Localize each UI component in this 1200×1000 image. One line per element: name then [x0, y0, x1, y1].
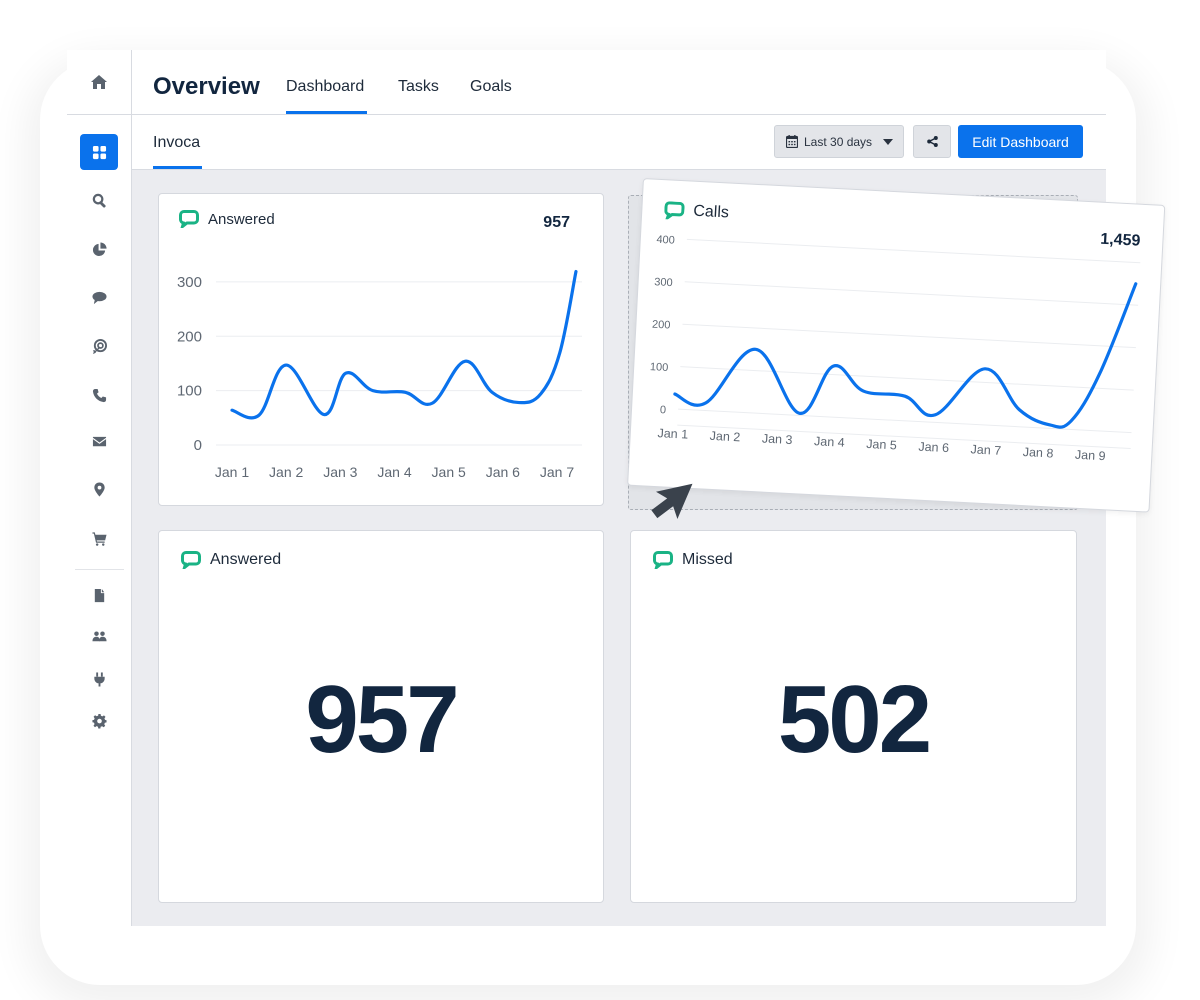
x-tick-label: Jan 3: [762, 431, 793, 447]
answered-count: 957: [305, 666, 459, 773]
envelope-icon: [92, 436, 106, 446]
date-range-label: Last 30 days: [804, 134, 873, 149]
series-line: [230, 269, 578, 420]
sidebar-item-settings[interactable]: [80, 703, 118, 739]
sidebar-item-documents[interactable]: [80, 577, 118, 613]
pie-chart-icon: [92, 241, 107, 256]
x-tick-label: Jan 5: [866, 437, 897, 453]
missed-count: 502: [777, 666, 932, 773]
x-tick-label: Jan 2: [709, 429, 740, 445]
answered-number-widget[interactable]: Answered 957: [158, 530, 604, 903]
gear-icon: [91, 713, 107, 728]
answered-line-chart: 0 100 200 300 Jan 1 Jan 2 Jan 3 Jan 4 Jan 5 Jan 6…: [177, 269, 582, 480]
sidebar-item-search[interactable]: [80, 182, 118, 218]
home-icon: [91, 75, 107, 89]
sidebar-item-reports[interactable]: [80, 231, 118, 267]
y-tick-label: 300: [654, 276, 673, 289]
calls-chart-widget-dragging[interactable]: Calls 1,459 0 100 200 300 400 Jan 1 Jan 2 Jan 3…: [627, 178, 1166, 513]
edit-dashboard-button[interactable]: Edit Dashboard: [958, 125, 1083, 158]
x-tick-label: Jan 6: [918, 440, 949, 456]
chat-bubble-icon: [653, 551, 673, 569]
page-title: Overview: [153, 73, 260, 100]
y-tick-label: 300: [177, 274, 202, 291]
sidebar-item-email[interactable]: [80, 423, 118, 459]
chevron-down-icon: [883, 138, 894, 145]
mouse-cursor-icon: [651, 483, 693, 519]
answered-chart-widget[interactable]: Answered 957 0 100 200 300 Jan 1 Jan 2 Jan 3 Ja…: [158, 193, 604, 506]
share-button[interactable]: [913, 125, 951, 158]
sidebar-divider: [75, 569, 124, 570]
y-tick-label: 100: [177, 383, 202, 400]
dashboard-grid-icon: [92, 145, 106, 159]
map-pin-icon: [93, 481, 105, 497]
share-icon: [926, 136, 938, 147]
series-line: [673, 282, 1138, 429]
y-tick-label: 0: [660, 404, 667, 416]
widget-title: Missed: [682, 551, 733, 568]
y-tick-label: 400: [656, 234, 675, 247]
y-tick-label: 100: [650, 361, 669, 374]
missed-number-widget[interactable]: Missed 502: [630, 530, 1077, 903]
active-subtab-indicator: [153, 166, 202, 169]
plug-icon: [93, 671, 105, 687]
gridline: [682, 323, 1136, 349]
sidebar-item-goals[interactable]: [80, 328, 118, 364]
sidebar-item-ecommerce[interactable]: [80, 520, 118, 556]
tab-goals[interactable]: Goals: [470, 78, 512, 96]
target-icon: [92, 338, 107, 354]
active-tab-indicator: [286, 111, 367, 114]
calendar-icon: [786, 135, 798, 148]
gridline: [686, 238, 1141, 264]
date-range-dropdown[interactable]: Last 30 days: [774, 125, 904, 158]
sidebar-item-home[interactable]: [67, 50, 131, 115]
x-tick-label: Jan 7: [970, 442, 1001, 458]
search-icon: [92, 193, 106, 208]
calls-line-chart: 0 100 200 300 400 Jan 1 Jan 2 Jan 3 Jan 4 Jan 5 Ja…: [650, 234, 1141, 464]
x-tick-label: Jan 2: [269, 464, 303, 480]
y-tick-label: 200: [177, 328, 202, 345]
sidebar: [67, 50, 132, 926]
tab-tasks[interactable]: Tasks: [398, 78, 439, 96]
x-tick-label: Jan 1: [215, 464, 249, 480]
y-tick-label: 200: [652, 319, 671, 332]
tab-dashboard[interactable]: Dashboard: [286, 78, 364, 96]
x-tick-label: Jan 4: [377, 464, 411, 480]
x-tick-label: Jan 5: [432, 464, 466, 480]
x-tick-label: Jan 1: [657, 426, 688, 442]
x-tick-label: Jan 3: [323, 464, 357, 480]
tab-invoca[interactable]: Invoca: [153, 134, 200, 152]
x-tick-label: Jan 6: [486, 464, 520, 480]
shopping-cart-icon: [91, 531, 107, 546]
gridline: [680, 366, 1134, 391]
sidebar-item-dashboards[interactable]: [80, 134, 118, 170]
widget-title: Answered: [210, 551, 282, 568]
sidebar-item-conversations[interactable]: [80, 279, 118, 315]
y-tick-label: 0: [194, 437, 202, 454]
x-tick-label: Jan 8: [1022, 445, 1053, 461]
dashboard-toolbar: Invoca Last 30 days Edit Dashboard: [132, 115, 1106, 170]
users-icon: [91, 630, 107, 641]
sidebar-item-users[interactable]: [80, 618, 118, 654]
sidebar-item-calls[interactable]: [80, 377, 118, 413]
gridline: [684, 281, 1139, 306]
chat-bubble-icon: [181, 551, 201, 569]
x-tick-label: Jan 9: [1075, 448, 1106, 464]
phone-icon: [92, 388, 106, 402]
chat-bubble-icon: [91, 291, 107, 304]
document-icon: [94, 588, 104, 602]
x-tick-label: Jan 4: [814, 434, 845, 450]
sidebar-item-locations[interactable]: [80, 471, 118, 507]
x-tick-label: Jan 7: [540, 464, 574, 480]
sidebar-item-integrations[interactable]: [80, 661, 118, 697]
top-header: Overview Dashboard Tasks Goals: [132, 50, 1106, 115]
